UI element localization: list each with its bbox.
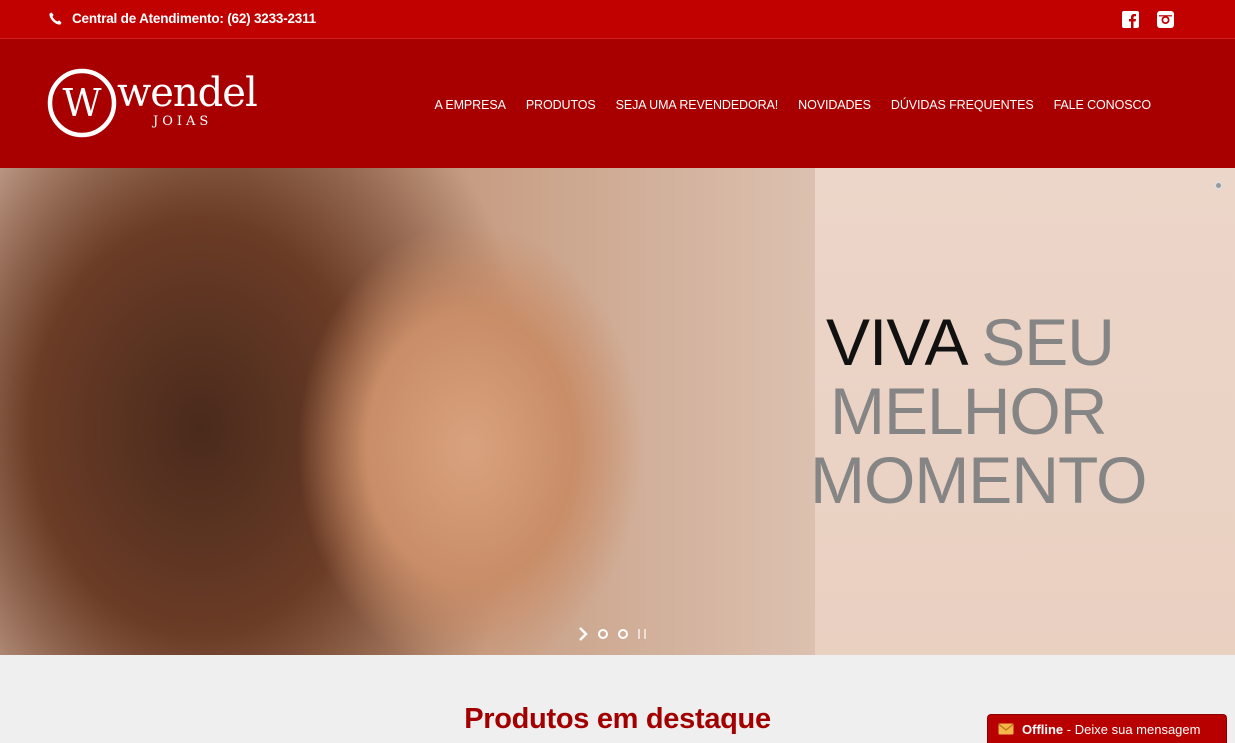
- nav-item-novidades[interactable]: NOVIDADES: [798, 98, 871, 112]
- nav-item-a-empresa[interactable]: A EMPRESA: [434, 98, 505, 112]
- brand-subtitle: JOIAS: [153, 114, 213, 129]
- nav-item-revendedora[interactable]: SEJA UMA REVENDEDORA!: [616, 98, 779, 112]
- logo-circle-icon: W: [47, 68, 117, 138]
- main-nav: A EMPRESA PRODUTOS SEJA UMA REVENDEDORA!…: [434, 98, 1151, 112]
- instagram-icon[interactable]: [1157, 11, 1174, 28]
- pause-icon[interactable]: [638, 629, 646, 639]
- contact-phone[interactable]: Central de Atendimento: (62) 3233-2311: [48, 11, 316, 26]
- nav-item-duvidas[interactable]: DÚVIDAS FREQUENTES: [891, 98, 1034, 112]
- nav-item-fale-conosco[interactable]: FALE CONOSCO: [1054, 98, 1152, 112]
- nav-item-produtos[interactable]: PRODUTOS: [526, 98, 596, 112]
- hero-headline: VIVA SEU MELHOR MOMENTO: [810, 305, 1147, 517]
- hero-line-momento: MOMENTO: [810, 443, 1147, 517]
- hero-slider: VIVA SEU MELHOR MOMENTO: [0, 168, 1235, 655]
- slide-dot-1[interactable]: [598, 629, 608, 639]
- brand-name: wendel: [117, 70, 258, 116]
- hero-model-photo: [0, 168, 815, 655]
- logo-letter: W: [62, 81, 101, 125]
- phone-text: Central de Atendimento: (62) 3233-2311: [72, 11, 316, 26]
- slider-indicator-dot[interactable]: [1214, 181, 1223, 190]
- hero-word-seu: SEU: [981, 305, 1115, 379]
- slider-controls: [578, 627, 646, 641]
- envelope-icon: [998, 723, 1014, 735]
- chevron-right-icon[interactable]: [578, 627, 588, 641]
- phone-icon: [49, 12, 62, 25]
- chat-widget[interactable]: Offline - Deixe sua mensagem: [987, 714, 1227, 743]
- facebook-icon[interactable]: [1122, 11, 1139, 28]
- site-header: W wendel JOIAS A EMPRESA PRODUTOS SEJA U…: [0, 39, 1235, 168]
- top-bar: Central de Atendimento: (62) 3233-2311: [0, 0, 1235, 39]
- brand-logo[interactable]: W wendel JOIAS: [47, 68, 258, 140]
- hero-line-melhor: MELHOR: [830, 374, 1107, 448]
- slide-dot-2[interactable]: [618, 629, 628, 639]
- chat-status: Offline: [1022, 721, 1064, 737]
- chat-message: - Deixe sua mensagem: [1066, 721, 1201, 737]
- hero-word-viva: VIVA: [826, 305, 965, 379]
